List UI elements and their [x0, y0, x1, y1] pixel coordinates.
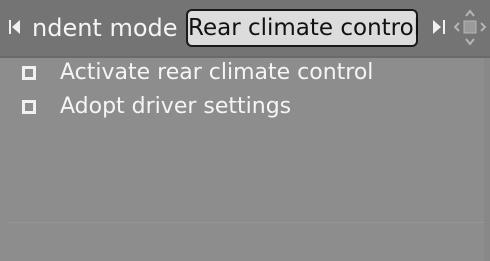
tab-bar: ndent mode Rear climate control: [0, 0, 490, 58]
tab-independent-mode[interactable]: ndent mode: [32, 10, 178, 46]
checkbox-icon[interactable]: [22, 66, 36, 80]
menu-item-label: Activate rear climate control: [60, 60, 374, 85]
tab-right-arrow-icon[interactable]: [443, 20, 445, 34]
scrollbar[interactable]: [484, 58, 490, 261]
idrive-controller-icon: [454, 9, 487, 46]
menu-item-adopt-driver-settings[interactable]: Adopt driver settings: [0, 92, 490, 126]
checkbox-icon[interactable]: [22, 100, 36, 114]
tab-right-arrow-icon[interactable]: [433, 20, 441, 34]
divider: [8, 222, 484, 223]
menu-item-label: Adopt driver settings: [60, 94, 292, 119]
menu-list: Activate rear climate control Adopt driv…: [0, 58, 490, 126]
tab-rear-climate-control[interactable]: Rear climate control: [186, 9, 421, 47]
screen: ndent mode Rear climate control Activate…: [0, 0, 490, 261]
tab-rear-climate-control-label: Rear climate control: [188, 15, 421, 41]
tab-left-arrow-icon[interactable]: [9, 20, 11, 34]
tab-left-arrow-icon[interactable]: [12, 20, 20, 34]
menu-item-activate-rear-climate[interactable]: Activate rear climate control: [0, 58, 490, 92]
